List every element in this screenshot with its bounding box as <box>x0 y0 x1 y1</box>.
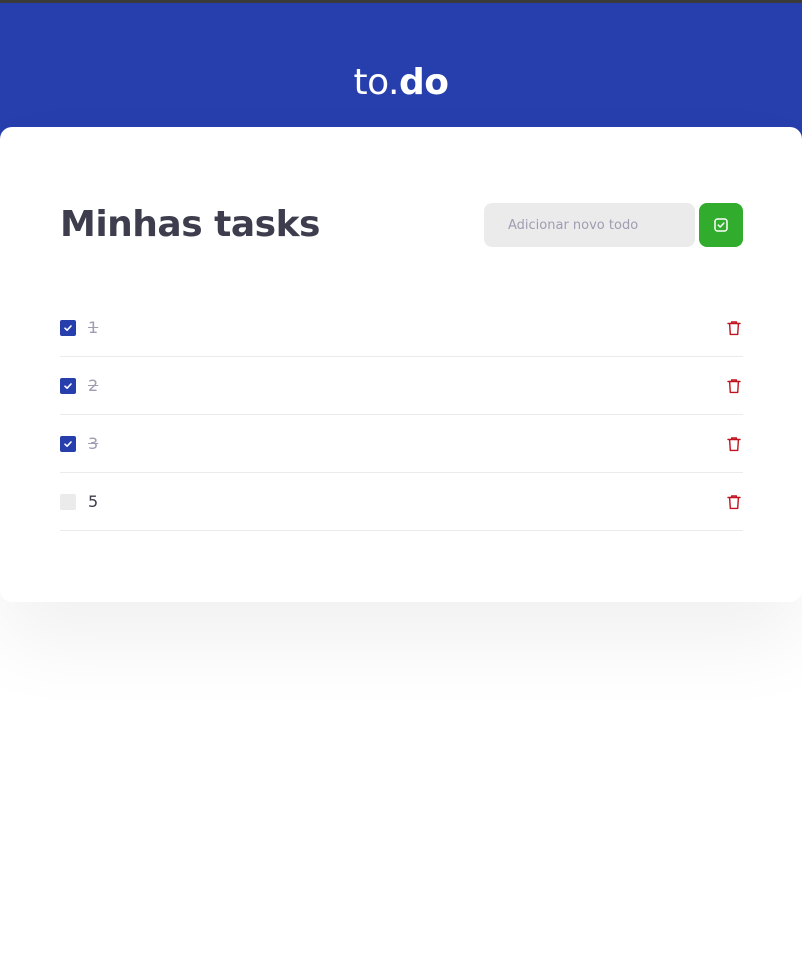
task-label: 2 <box>88 376 99 395</box>
trash-icon <box>727 437 741 452</box>
task-label: 3 <box>88 434 99 453</box>
task-label: 5 <box>88 492 99 511</box>
app-logo: to.do <box>0 61 802 105</box>
trash-icon <box>727 379 741 394</box>
delete-task-button[interactable] <box>725 377 743 395</box>
task-item: 5 <box>60 473 743 531</box>
task-item: 1 <box>60 299 743 357</box>
check-icon <box>64 383 72 389</box>
trash-icon <box>727 321 741 336</box>
check-icon <box>64 325 72 331</box>
add-task-button[interactable] <box>699 203 743 247</box>
delete-task-button[interactable] <box>725 319 743 337</box>
task-list: 1 2 3 5 <box>60 299 743 531</box>
task-checkbox[interactable] <box>60 320 76 336</box>
task-item: 2 <box>60 357 743 415</box>
check-icon <box>64 441 72 447</box>
delete-task-button[interactable] <box>725 493 743 511</box>
task-label: 1 <box>88 318 99 337</box>
task-item: 3 <box>60 415 743 473</box>
task-checkbox[interactable] <box>60 436 76 452</box>
add-task-form <box>484 203 743 247</box>
delete-task-button[interactable] <box>725 435 743 453</box>
new-task-input[interactable] <box>484 203 695 247</box>
logo-prefix: to. <box>353 62 400 103</box>
page-title: Minhas tasks <box>60 204 320 245</box>
trash-icon <box>727 495 741 510</box>
check-square-icon <box>714 218 728 232</box>
logo-suffix: do <box>398 62 449 103</box>
task-checkbox[interactable] <box>60 378 76 394</box>
task-checkbox[interactable] <box>60 494 76 510</box>
tasks-card: Minhas tasks 1 <box>0 127 802 602</box>
